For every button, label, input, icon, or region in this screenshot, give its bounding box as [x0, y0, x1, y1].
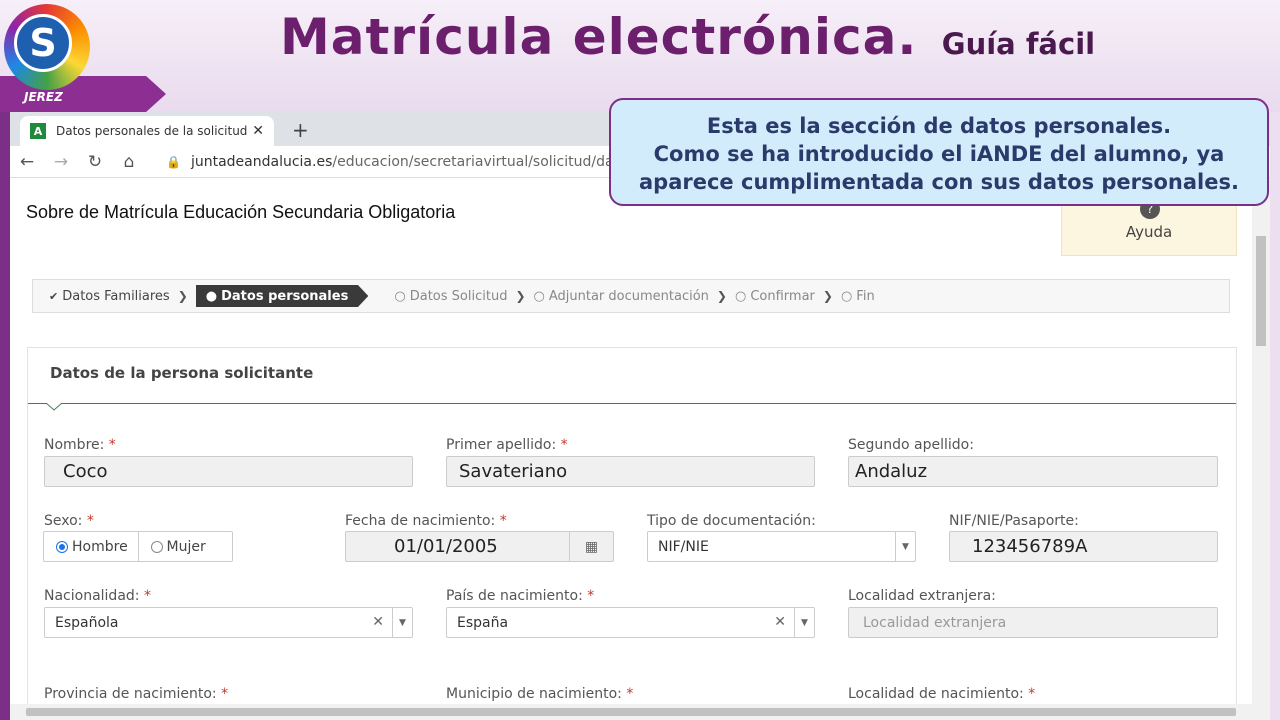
reload-icon[interactable]: ↻ [78, 152, 112, 172]
fecha-value: 01/01/2005 [394, 536, 498, 557]
browser-tab[interactable]: A Datos personales de la solicitud ✕ [20, 116, 274, 146]
help-label: Ayuda [1125, 223, 1173, 241]
localidad-extranjera-input[interactable]: Localidad extranjera [848, 607, 1218, 638]
forward-arrow-icon[interactable]: → [44, 152, 78, 172]
localidad-extranjera-label: Localidad extranjera: [848, 588, 996, 604]
slide-subtitle: Guía fácil [941, 27, 1096, 61]
nombre-input[interactable]: Coco [44, 456, 413, 487]
school-logo: S JEREZ [0, 0, 170, 112]
chevron-right-icon: ❯ [822, 289, 833, 303]
tipo-doc-value: NIF/NIE [658, 538, 709, 555]
nacionalidad-label: Nacionalidad: * [44, 588, 151, 604]
radio-checked-icon [56, 540, 68, 553]
divider-notch [46, 403, 62, 411]
check-icon: ✔ [49, 289, 59, 303]
step-datos-familiares[interactable]: ✔ Datos Familiares [49, 289, 170, 304]
tipo-doc-label: Tipo de documentación: [647, 513, 816, 529]
step-fin[interactable]: ○ Fin [841, 289, 875, 304]
step-label: Datos Solicitud [409, 288, 508, 304]
step-label: Datos Familiares [62, 288, 170, 304]
empty-circle-icon: ○ [533, 288, 545, 304]
primer-apellido-label: Primer apellido: * [446, 437, 568, 453]
radio-mujer[interactable]: Mujer [137, 532, 233, 561]
chevron-right-icon: ❯ [177, 289, 188, 303]
pais-select[interactable]: España ✕ ▼ [446, 607, 815, 638]
close-icon[interactable]: ✕ [252, 123, 264, 139]
step-adjuntar-documentacion[interactable]: ○ Adjuntar documentación [534, 289, 709, 304]
address-bar[interactable]: 🔒 juntadeandalucia.es /educacion/secreta… [166, 154, 628, 170]
tipo-doc-select[interactable]: NIF/NIE ▼ [647, 531, 916, 562]
slide-title: Matrícula electrónica. Guía fácil [280, 8, 1095, 66]
nacionalidad-value: Española [55, 614, 119, 631]
filled-circle-icon: ● [205, 288, 218, 304]
callout-line: Esta es la sección de datos personales. [706, 114, 1172, 138]
segundo-apellido-input[interactable]: Andaluz [848, 456, 1218, 487]
radio-unchecked-icon [150, 540, 163, 553]
url-path: /educacion/secretariavirtual/solicitud/d… [332, 153, 628, 170]
logo-city: JEREZ [24, 90, 63, 104]
slide-title-main: Matrícula electrónica. [280, 8, 918, 66]
chevron-right-icon: ❯ [716, 289, 727, 303]
nif-input[interactable]: 123456789A [949, 531, 1218, 562]
section-title: Datos de la persona solicitante [50, 364, 314, 382]
new-tab-icon[interactable]: + [292, 118, 309, 142]
step-label: Confirmar [750, 288, 815, 304]
calendar-icon[interactable]: ▦ [569, 532, 613, 561]
callout-line: aparece cumplimentada con sus datos pers… [639, 170, 1239, 194]
clear-icon[interactable]: ✕ [372, 614, 384, 630]
step-label: Fin [856, 288, 875, 304]
scrollbar-thumb[interactable] [26, 708, 1236, 716]
section-divider [28, 403, 1236, 404]
callout-line: Como se ha introducido el iANDE del alum… [653, 142, 1225, 166]
lock-icon: 🔒 [166, 154, 181, 169]
step-label: Datos personales [221, 288, 349, 304]
chevron-down-icon: ▼ [895, 532, 915, 561]
radio-label: Mujer [166, 538, 206, 555]
empty-circle-icon: ○ [734, 288, 747, 304]
step-datos-solicitud[interactable]: ○ Datos Solicitud [394, 289, 507, 304]
tab-title: Datos personales de la solicitud [56, 124, 248, 138]
nif-label: NIF/NIE/Pasaporte: [949, 513, 1079, 529]
vertical-scrollbar[interactable] [1252, 178, 1270, 720]
home-icon[interactable]: ⌂ [112, 152, 146, 172]
nacionalidad-select[interactable]: Española ✕ ▼ [44, 607, 413, 638]
slide-left-strip [0, 100, 10, 720]
empty-circle-icon: ○ [840, 288, 853, 304]
chevron-right-icon: ❯ [515, 289, 526, 303]
logo-letter: S [14, 14, 72, 72]
segundo-apellido-label: Segundo apellido: [848, 437, 974, 453]
chevron-down-icon: ▼ [392, 608, 412, 637]
url-host: juntadeandalucia.es [190, 153, 333, 170]
clear-icon[interactable]: ✕ [774, 614, 786, 630]
radio-label: Hombre [72, 538, 128, 555]
pais-value: España [457, 614, 509, 631]
step-datos-personales[interactable]: ● Datos personales [195, 285, 369, 307]
municipio-label: Municipio de nacimiento: * [446, 686, 634, 702]
junta-favicon-icon: A [30, 123, 46, 139]
provincia-label: Provincia de nacimiento: * [44, 686, 229, 702]
empty-circle-icon: ○ [394, 288, 406, 304]
back-arrow-icon[interactable]: ← [10, 152, 44, 172]
pais-label: País de nacimiento: * [446, 588, 595, 604]
fecha-label: Fecha de nacimiento: * [345, 513, 507, 529]
page-title: Sobre de Matrícula Educación Secundaria … [26, 202, 456, 222]
chevron-down-icon: ▼ [794, 608, 814, 637]
step-label: Adjuntar documentación [548, 288, 709, 304]
primer-apellido-input[interactable]: Savateriano [446, 456, 815, 487]
fecha-input[interactable]: 01/01/2005 ▦ [345, 531, 614, 562]
sexo-label: Sexo: * [44, 513, 94, 529]
nombre-label: Nombre: * [44, 437, 116, 453]
wizard-steps: ✔Datos Familiares ❯ ●Datos personales ❯ … [32, 279, 1230, 313]
localidad-label: Localidad de nacimiento: * [848, 686, 1036, 702]
sexo-radio-group: Hombre Mujer [43, 531, 233, 562]
instruction-callout: Esta es la sección de datos personales. … [609, 98, 1269, 206]
horizontal-scrollbar[interactable] [10, 704, 1252, 720]
scrollbar-thumb[interactable] [1256, 236, 1266, 346]
radio-hombre[interactable]: Hombre [44, 532, 138, 561]
step-confirmar[interactable]: ○ Confirmar [735, 289, 815, 304]
